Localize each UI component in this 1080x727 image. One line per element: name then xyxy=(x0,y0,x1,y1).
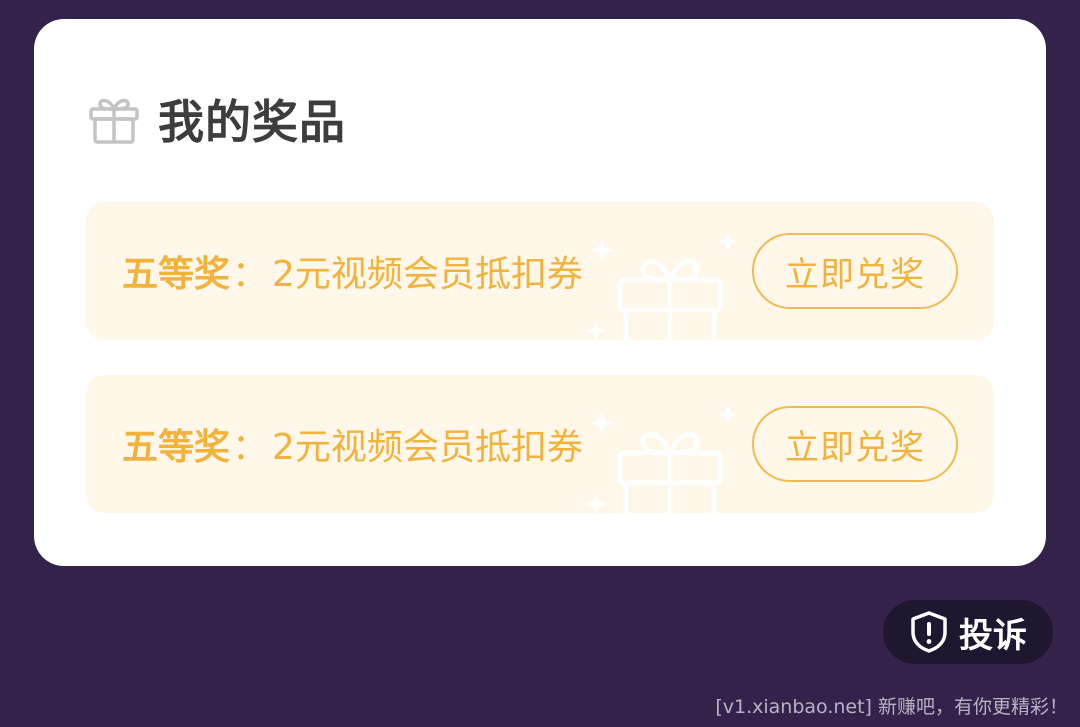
prize-item: 五等奖： 2元视频会员抵扣券 立即兑奖 xyxy=(86,202,994,340)
complain-button[interactable]: 投诉 xyxy=(883,600,1053,664)
watermark-text: [v1.xianbao.net] 新赚吧，有你更精彩！ xyxy=(715,696,1068,718)
prize-text: 五等奖： 2元视频会员抵扣券 xyxy=(122,202,583,340)
complain-label: 投诉 xyxy=(959,615,1027,656)
prize-separator: ： xyxy=(232,427,269,468)
prize-item: 五等奖： 2元视频会员抵扣券 立即兑奖 xyxy=(86,375,994,513)
gift-decoration-icon xyxy=(585,405,738,513)
shield-alert-icon xyxy=(911,611,947,653)
prize-level: 五等奖 xyxy=(122,254,231,295)
redeem-button[interactable]: 立即兑奖 xyxy=(752,406,958,482)
redeem-button[interactable]: 立即兑奖 xyxy=(752,233,958,309)
card-header: 我的奖品 xyxy=(86,91,346,149)
prize-name: 2元视频会员抵扣券 xyxy=(272,427,583,468)
prizes-card: 我的奖品 五等奖： 2元视频会员抵扣券 立即兑奖 五等奖 ： 2元视频会员抵扣券… xyxy=(34,19,1046,566)
prize-name: 2元视频会员抵扣券 xyxy=(272,254,583,295)
page-title: 我的奖品 xyxy=(158,95,346,149)
gift-decoration-icon xyxy=(585,232,738,340)
prize-text: 五等奖： 2元视频会员抵扣券 xyxy=(122,375,583,513)
prize-separator: ： xyxy=(232,254,269,295)
gift-icon xyxy=(89,98,139,144)
prize-level: 五等奖 xyxy=(122,427,231,468)
